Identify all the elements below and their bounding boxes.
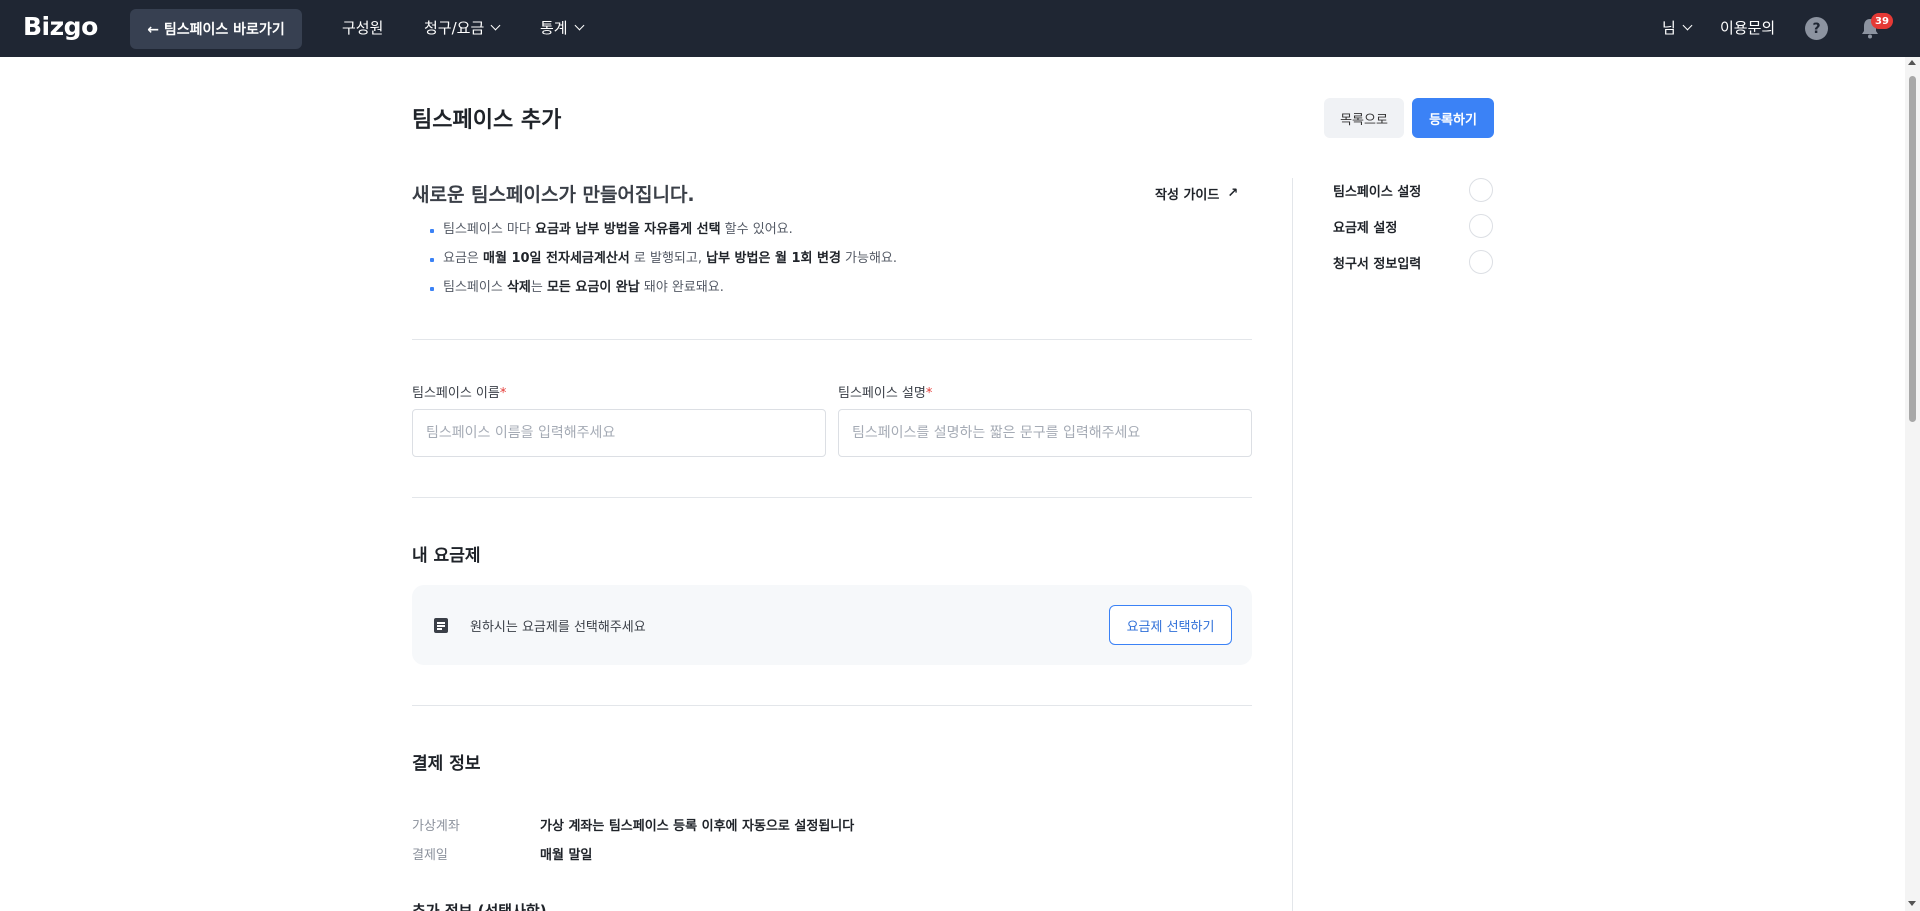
nav-item-label: 구성원 [342,19,384,37]
document-icon [434,618,448,633]
payment-row-payment-date: 결제일 매월 말일 [412,844,592,863]
payment-info-section-title: 결제 정보 [412,754,481,774]
intro-bullet-list: 팀스페이스 마다 요금과 납부 방법을 자유롭게 선택 할수 있어요. 요금은 … [428,220,897,307]
next-section-title: 추가 정보 (선택사항) [412,903,547,911]
support-label: 이용문의 [1720,19,1776,37]
scrollbar-thumb[interactable] [1909,76,1916,422]
teamspace-description-input[interactable] [838,409,1252,457]
page-title: 팀스페이스 추가 [412,108,562,133]
teamspace-description-label: 팀스페이스 설명* [838,386,933,401]
nav-item-label: 청구/요금 [424,19,485,37]
nav-item-billing[interactable]: 청구/요금 [424,17,501,38]
teamspace-name-label: 팀스페이스 이름* [412,386,507,401]
top-navigation-bar: Bizgo ← 팀스페이스 바로가기 구성원 청구/요금 통계 님 이용문의 ?… [0,0,1920,57]
required-mark: * [499,386,507,401]
step-label: 요금제 설정 [1333,220,1398,236]
scroll-up-arrow-icon[interactable] [1908,60,1916,65]
support-link[interactable]: 이용문의 [1720,17,1775,38]
guide-link-label: 작성 가이드 [1155,188,1220,203]
back-to-list-button[interactable]: 목록으로 [1324,98,1404,138]
chevron-down-icon [1682,20,1693,31]
teamspace-name-input[interactable] [412,409,826,457]
list-item: 팀스페이스 마다 요금과 납부 방법을 자유롭게 선택 할수 있어요. [428,220,897,249]
payment-row-key: 가상계좌 [412,819,460,834]
panel-divider [1292,178,1293,911]
payment-row-virtual-account: 가상계좌 가상 계좌는 팀스페이스 등록 이후에 자동으로 설정됩니다 [412,815,854,834]
step-invoice-info[interactable]: 청구서 정보입력 [1333,250,1493,274]
notification-count-badge: 39 [1871,13,1893,29]
help-icon[interactable]: ? [1805,17,1828,40]
back-to-teamspace-button[interactable]: ← 팀스페이스 바로가기 [130,9,302,49]
chevron-down-icon [574,20,585,31]
scroll-down-arrow-icon[interactable] [1908,901,1916,906]
required-mark: * [925,386,933,401]
step-status-circle [1469,214,1493,238]
payment-row-value: 매월 말일 [540,848,593,863]
chevron-down-icon [490,20,501,31]
plan-prompt-text: 원하시는 요금제를 선택해주세요 [470,620,646,635]
list-item: 팀스페이스 삭제는 모든 요금이 완납 돼야 완료돼요. [428,278,897,307]
payment-row-value: 가상 계좌는 팀스페이스 등록 이후에 자동으로 설정됩니다 [540,819,855,834]
my-plan-section-title: 내 요금제 [412,546,481,566]
nav-item-label: 통계 [540,19,568,37]
nav-item-members[interactable]: 구성원 [342,17,383,38]
list-item: 요금은 매월 10일 전자세금계산서 로 발행되고, 납부 방법은 월 1회 변… [428,249,897,278]
section-divider [412,497,1252,498]
step-plan-settings[interactable]: 요금제 설정 [1333,214,1493,238]
section-divider [412,705,1252,706]
payment-row-key: 결제일 [412,848,448,863]
arrow-up-right-icon: ↗ [1227,186,1239,201]
step-status-circle [1469,250,1493,274]
select-plan-button[interactable]: 요금제 선택하기 [1109,605,1232,645]
register-button[interactable]: 등록하기 [1412,98,1494,138]
step-label: 팀스페이스 설정 [1333,184,1422,200]
step-status-circle [1469,178,1493,202]
step-label: 청구서 정보입력 [1333,256,1422,272]
section-divider [412,339,1252,340]
user-menu[interactable]: 님 [1662,17,1693,38]
intro-title: 새로운 팀스페이스가 만들어집니다. [412,184,695,206]
bizgo-logo[interactable]: Bizgo [23,12,98,41]
writing-guide-link[interactable]: 작성 가이드 ↗ [1155,184,1238,203]
nav-item-statistics[interactable]: 통계 [540,17,585,38]
user-label: 님 [1662,19,1676,37]
step-teamspace-settings[interactable]: 팀스페이스 설정 [1333,178,1493,202]
plan-selection-box: 원하시는 요금제를 선택해주세요 요금제 선택하기 [412,585,1252,665]
